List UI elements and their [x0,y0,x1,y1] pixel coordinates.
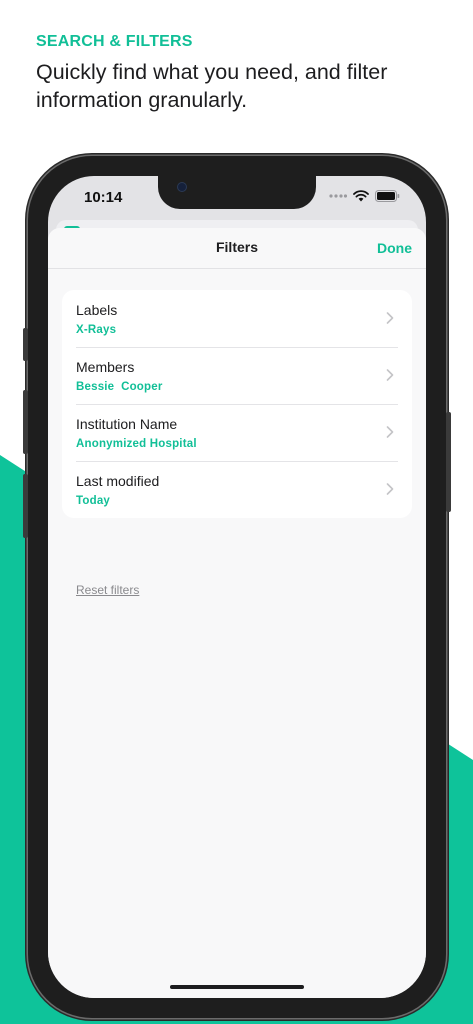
camera-icon [178,183,186,191]
filter-value: Bessie Cooper [76,381,163,393]
filter-list: Labels X-Rays Members Bessie Cooper Inst… [62,290,412,518]
promo-title: SEARCH & FILTERS [36,33,193,50]
phone-volume-up-button [23,390,28,454]
signal-dots-icon [329,194,347,198]
chevron-right-icon [386,369,394,381]
wifi-icon [353,190,369,202]
phone-power-button [446,412,451,512]
reset-filters-link[interactable]: Reset filters [76,583,139,597]
filter-row-members[interactable]: Members Bessie Cooper [62,347,412,404]
chevron-right-icon [386,426,394,438]
notch [158,176,316,209]
filter-row-last-modified[interactable]: Last modified Today [62,461,412,518]
home-indicator [170,985,304,989]
filter-label: Last modified [76,473,160,489]
nav-bar: Filters Done [48,228,426,269]
filter-row-labels[interactable]: Labels X-Rays [62,290,412,347]
battery-icon [375,190,400,202]
status-icons [329,190,400,202]
filter-value: X-Rays [76,324,117,336]
filter-value: Today [76,495,111,507]
phone-screen: 10:14 Filters Done Labels X-Rays Members… [48,176,426,998]
done-button[interactable]: Done [377,240,412,256]
filters-sheet: Filters Done Labels X-Rays Members Bessi… [48,228,426,998]
filter-label: Institution Name [76,416,178,432]
filter-row-institution-name[interactable]: Institution Name Anonymized Hospital [62,404,412,461]
filter-value: Anonymized Hospital [76,438,197,450]
chevron-right-icon [386,312,394,324]
nav-title: Filters [215,239,258,255]
filter-label: Members [76,359,135,375]
filter-label: Labels [76,302,118,318]
promo-subtitle: Quickly find what you need, and filter i… [36,60,388,112]
status-time: 10:14 [84,189,123,206]
phone-silent-switch [23,328,28,361]
chevron-right-icon [386,483,394,495]
phone-volume-down-button [23,474,28,538]
